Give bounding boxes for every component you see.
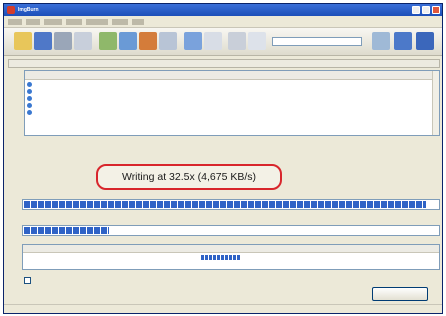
refresh-icon[interactable] [372, 32, 390, 50]
tool-icon[interactable] [228, 32, 246, 50]
help-icon[interactable] [394, 32, 412, 50]
info-icon [27, 103, 32, 108]
drive-select[interactable] [272, 37, 362, 46]
maximize-button[interactable] [422, 6, 430, 14]
log-row [25, 102, 439, 109]
eject-icon[interactable] [204, 32, 222, 50]
window-title: ImgBurn [18, 7, 39, 13]
build-icon[interactable] [159, 32, 177, 50]
source-header [8, 59, 440, 68]
completed-progress-bar [22, 225, 440, 236]
minimize-button[interactable] [412, 6, 420, 14]
disc-icon[interactable] [74, 32, 92, 50]
log-list [24, 70, 440, 136]
log-row [25, 81, 439, 88]
info-icon [27, 89, 32, 94]
app-window: ImgBurn Writing at 32.5x (4,675 KB/s) [3, 3, 443, 314]
cancel-button[interactable] [372, 287, 428, 301]
buffer-progress-fill [24, 201, 426, 208]
copy-icon[interactable] [54, 32, 72, 50]
menu-item[interactable] [132, 19, 144, 25]
info-icon [27, 82, 32, 87]
device-buffer-fill [201, 255, 240, 260]
status-bar [4, 304, 442, 313]
log-scrollbar[interactable] [432, 71, 439, 135]
close-button[interactable] [432, 6, 440, 14]
buffer-progress-bar [22, 199, 440, 210]
toolbar [4, 28, 442, 56]
read-icon[interactable] [99, 32, 117, 50]
save-icon[interactable] [34, 32, 52, 50]
app-icon [7, 6, 15, 14]
menu-item[interactable] [8, 19, 22, 25]
menu-item[interactable] [44, 19, 62, 25]
discovery-icon[interactable] [184, 32, 202, 50]
menu-bar [4, 16, 442, 28]
menu-item[interactable] [112, 19, 128, 25]
info-icon[interactable] [416, 32, 434, 50]
verify-icon[interactable] [139, 32, 157, 50]
title-bar: ImgBurn [4, 4, 442, 16]
log-header [25, 71, 439, 80]
log-row [25, 95, 439, 102]
write-icon[interactable] [119, 32, 137, 50]
info-icon [27, 96, 32, 101]
log-row [25, 109, 439, 116]
menu-item[interactable] [86, 19, 108, 25]
open-icon[interactable] [14, 32, 32, 50]
device-table [22, 244, 440, 270]
info-icon [27, 110, 32, 115]
shutdown-checkbox[interactable] [24, 277, 31, 284]
completed-progress-fill [24, 227, 110, 234]
write-speed-text: Writing at 32.5x (4,675 KB/s) [121, 171, 257, 183]
write-speed-callout: Writing at 32.5x (4,675 KB/s) [96, 164, 282, 190]
tool-icon[interactable] [248, 32, 266, 50]
device-table-header [23, 245, 439, 253]
menu-item[interactable] [26, 19, 40, 25]
log-row [25, 88, 439, 95]
menu-item[interactable] [66, 19, 82, 25]
